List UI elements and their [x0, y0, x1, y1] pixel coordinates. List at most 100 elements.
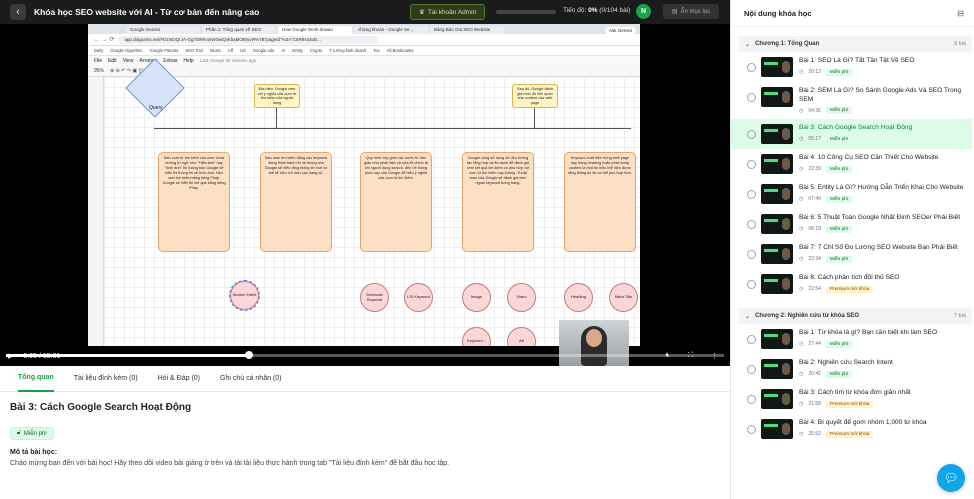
lesson-list-item[interactable]: Bài 3: Cách Google Search Hoạt Động ◷ 05:1… — [731, 119, 972, 150]
bookmark-item: Tax — [373, 48, 380, 53]
completion-radio[interactable] — [747, 250, 756, 260]
course-content-sidebar: Nội dung khóa học ⊟ ⌄ Chương 1: Tổng Quan… — [730, 0, 974, 499]
chat-support-button[interactable]: 💬︎ — [937, 464, 965, 492]
duration: 15:01 — [42, 352, 61, 360]
note-box-left: Đầu tiên, Google xem xét ý nghĩa của cụm… — [254, 84, 300, 108]
tab-qa[interactable]: Hỏi & Đáp (0) — [158, 366, 200, 392]
lesson-list-item[interactable]: Bài 7: 7 Chỉ Số Đo Lường SEO Website Bạn… — [731, 239, 972, 269]
sidebar-header: Nội dung khóa học ⊟ — [731, 0, 974, 27]
completion-radio[interactable] — [747, 220, 756, 230]
lesson-list-item[interactable]: Bài 2: Nghiên cứu Search Intent ◷ 20:42 Miễ… — [731, 354, 972, 384]
clock-icon: ◷ — [799, 401, 804, 408]
lesson-list-item[interactable]: Bài 8: Cách phân tích đối thủ SEO ◷ 22:54 P… — [731, 269, 972, 299]
hide-menu-button[interactable]: ▤ Ẩn mục lục — [663, 4, 719, 19]
lesson-duration: 22:54 — [808, 286, 821, 293]
drawio-menu-bar: File Edit View Arrange Extras Help Last change… — [88, 56, 640, 65]
completion-radio[interactable] — [747, 425, 756, 435]
query-label: Query — [149, 105, 163, 111]
lesson-list-item[interactable]: Bài 2: SEM Là Gì? So Sánh Google Ads Và … — [731, 82, 972, 119]
note-box-right: Sau đó, Google đánh giá mức độ liên quan… — [512, 84, 558, 108]
tab-overview[interactable]: Tổng quan — [18, 366, 54, 392]
clock-icon: ◷ — [799, 107, 804, 114]
circle-node: Video — [507, 283, 536, 312]
volume-muted-icon[interactable]: 🔇︎ — [666, 352, 670, 360]
diagram-canvas: Query Đầu tiên, Google xem xét ý nghĩa c… — [104, 58, 640, 346]
lesson-list-item[interactable]: Bài 4: 10 Công Cụ SEO Cần Thiết Cho Webs… — [731, 149, 972, 179]
bookmark-item: Google Algorithm — [110, 48, 143, 53]
bookmark-item: AI — [281, 48, 286, 53]
chapter-title: Chương 1: Tổng Quan — [755, 41, 820, 47]
top-header-bar: ‹ Khóa học SEO website với AI - Từ cơ bả… — [0, 0, 730, 24]
back-button[interactable]: ‹ — [10, 4, 26, 20]
clock-icon: ◷ — [799, 196, 804, 203]
nav-arrows-icon: ← → ⟳ — [94, 37, 115, 43]
lesson-list-item[interactable]: Bài 4: Bí quyết để gom nhóm 1,000 từ khó… — [731, 414, 972, 444]
bookmark-item: All Bookmarks — [386, 48, 414, 53]
crown-icon: ♛ — [419, 9, 425, 16]
clock-icon: ◷ — [799, 286, 804, 293]
lesson-thumbnail — [761, 87, 793, 107]
completion-radio[interactable] — [747, 280, 756, 290]
lesson-meta: ◷ 20:42 Miễn phí — [799, 370, 966, 378]
fullscreen-icon[interactable]: ⛶ — [688, 352, 693, 360]
free-badge: Miễn phí — [825, 165, 853, 173]
bookmark-item: Music — [209, 48, 221, 53]
process-box-3: Quy trình này gồm các bước từ đơn giản n… — [360, 152, 432, 252]
completion-radio[interactable] — [747, 160, 756, 170]
completion-radio[interactable] — [747, 130, 756, 140]
process-box-1: Nếu cụm từ tìm kiếm của user chứa những … — [158, 152, 230, 252]
completion-radio[interactable] — [747, 365, 756, 375]
lesson-item-title: Bài 4: 10 Công Cụ SEO Cần Thiết Cho Webs… — [799, 154, 939, 162]
lesson-meta: ◷ 25:52 Premium mở khóa — [799, 430, 966, 438]
tab-attachments[interactable]: Tài liệu đính kèm (0) — [74, 366, 138, 392]
lesson-duration: 20:12 — [808, 69, 821, 76]
premium-badge: Premium mở khóa — [825, 400, 874, 408]
collapse-sidebar-icon[interactable]: ⊟ — [957, 9, 964, 18]
progress-count: (0/104 bài) — [599, 7, 631, 14]
lesson-meta: ◷ 21:58 Premium mở khóa — [799, 400, 966, 408]
video-controls: ▶ 5:05 / 15:01 🔇︎ ⛶ ⋮ — [0, 346, 730, 366]
completion-radio[interactable] — [747, 395, 756, 405]
tab-notes[interactable]: Ghi chú cá nhân (0) — [220, 366, 281, 392]
user-avatar[interactable]: N — [636, 4, 651, 19]
lesson-item-title: Bài 2: Nghiên cứu Search Intent — [799, 359, 893, 367]
video-player[interactable]: Google Gemini Phần 1: Tổng quan về SEO H… — [0, 24, 730, 366]
clock-icon: ◷ — [799, 226, 804, 233]
free-badge: Miễn phí — [825, 255, 853, 263]
lesson-info: Bài 2: SEM Là Gì? So Sánh Google Ads Và … — [799, 87, 966, 115]
lesson-info: Bài 1: SEO Là Gì? Tất Tần Tật Về SEO ◷ 20:… — [799, 57, 966, 76]
completion-radio[interactable] — [747, 190, 756, 200]
play-icon[interactable]: ▶ — [8, 352, 13, 360]
lesson-list-item[interactable]: Bài 1: Từ khóa là gì? Bạn cần biết khi l… — [731, 324, 972, 354]
completion-radio[interactable] — [747, 335, 756, 345]
drawio-menu-item: Extras — [163, 57, 178, 64]
video-frame-browser: Google Gemini Phần 1: Tổng quan về SEO H… — [88, 24, 640, 346]
browser-tab: Phần 1: Tổng quan về SEO — [202, 26, 276, 34]
admin-account-badge[interactable]: ♛ Tài khoản Admin — [410, 4, 486, 20]
sidebar-title: Nội dung khóa học — [744, 8, 812, 18]
completion-radio[interactable] — [747, 63, 756, 72]
circle-node: Alt — [507, 327, 536, 346]
circle-node: Image — [462, 283, 491, 312]
completion-radio[interactable] — [747, 93, 756, 102]
chapter-header[interactable]: ⌄ Chương 2: Nghiên cứu từ khóa SEO 7 bài — [739, 308, 972, 325]
lesson-meta: ◷ 27:44 Miễn phí — [799, 340, 966, 348]
lesson-overview: Bài 3: Cách Google Search Hoạt Động 🔓︎ Mi… — [10, 402, 720, 467]
lesson-item-title: Bài 8: Cách phân tích đối thủ SEO — [799, 274, 900, 282]
circle-node: Semantic Keyword — [360, 283, 389, 312]
bookmark-item: Google Ads — [252, 48, 275, 53]
lesson-item-title: Bài 1: SEO Là Gì? Tất Tần Tật Về SEO — [799, 57, 915, 64]
lesson-list-item[interactable]: Bài 1: SEO Là Gì? Tất Tần Tật Về SEO ◷ 20:… — [731, 52, 972, 82]
lesson-list-item[interactable]: Bài 5: Entity Là Gì? Hướng Dẫn Triển Kha… — [731, 179, 972, 209]
browser-tab: chứng khoán - Google Se... — [354, 26, 428, 34]
bookmarks-bar: Daily Google Algorithm Google Patents SEO T… — [88, 46, 640, 56]
more-vertical-icon[interactable]: ⋮ — [711, 352, 718, 360]
chapter-header[interactable]: ⌄ Chương 1: Tổng Quan 8 bài — [739, 36, 972, 52]
lesson-info: Bài 3: Cách Google Search Hoạt Động ◷ 05:1… — [799, 124, 966, 143]
lesson-thumbnail — [761, 419, 793, 440]
clock-icon: ◷ — [799, 136, 804, 143]
lesson-list-item[interactable]: Bài 6: 5 Thuật Toán Google Nhất Định SEO… — [731, 209, 972, 239]
lesson-list-item[interactable]: Bài 3: Cách tìm từ khóa đơn giản nhất ◷ 21… — [731, 384, 972, 414]
connector-line — [534, 108, 535, 128]
lesson-thumbnail — [761, 389, 793, 410]
